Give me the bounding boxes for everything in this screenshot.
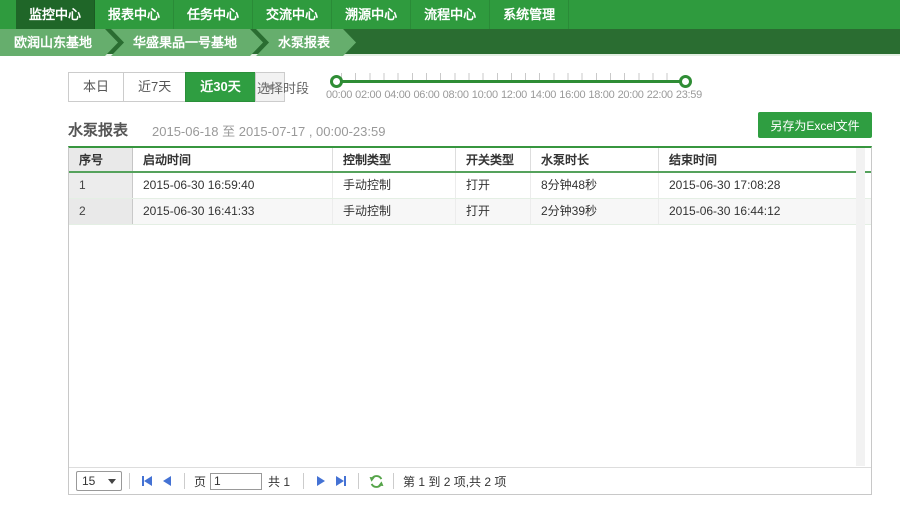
prev-page-button[interactable] (157, 472, 177, 490)
breadcrumb-item-base[interactable]: 欧润山东基地 (0, 29, 118, 56)
nav-item-report-center[interactable]: 报表中心 (95, 0, 174, 29)
page-label: 页 (194, 473, 206, 490)
prev-page-icon (163, 476, 171, 486)
slider-handle-start[interactable] (330, 75, 343, 88)
page-size-value: 15 (82, 474, 95, 488)
report-date-range: 2015-06-18 至 2015-07-17 , 00:00-23:59 (152, 121, 385, 140)
table-row[interactable]: 2 2015-06-30 16:41:33 手动控制 打开 2分钟39秒 201… (69, 199, 871, 225)
date-filter-group: 本日 近7天 近30天 (68, 72, 285, 102)
pagination-bar: 15 页 共 1 (69, 467, 871, 494)
nav-item-communication-center[interactable]: 交流中心 (253, 0, 332, 29)
next-page-button[interactable] (311, 472, 331, 490)
time-period-label: 选择时段 (257, 78, 309, 97)
column-header-control-type: 控制类型 (333, 148, 456, 171)
column-header-start-time: 启动时间 (133, 148, 333, 171)
divider (129, 473, 130, 489)
chevron-down-icon (108, 479, 116, 488)
vertical-scrollbar[interactable] (856, 148, 865, 466)
first-page-button[interactable] (137, 472, 157, 490)
divider (358, 473, 359, 489)
tab-today[interactable]: 本日 (68, 72, 124, 102)
column-header-switch-type: 开关类型 (456, 148, 531, 171)
divider (303, 473, 304, 489)
slider-tick-labels: 00:00 02:00 04:00 06:00 08:00 10:00 12:0… (326, 89, 702, 101)
divider (184, 473, 185, 489)
last-page-button[interactable] (331, 472, 351, 490)
export-excel-button[interactable]: 另存为Excel文件 (758, 112, 872, 138)
pump-report-grid: 序号 启动时间 控制类型 开关类型 水泵时长 结束时间 1 2015-06-30… (68, 146, 872, 495)
record-summary: 第 1 到 2 项,共 2 项 (403, 473, 506, 490)
nav-item-process-center[interactable]: 流程中心 (411, 0, 490, 29)
column-header-seq: 序号 (69, 148, 133, 171)
top-nav: 监控中心 报表中心 任务中心 交流中心 溯源中心 流程中心 系统管理 (0, 0, 900, 29)
slider-handle-end[interactable] (679, 75, 692, 88)
tab-last-7-days[interactable]: 近7天 (123, 72, 186, 102)
nav-item-traceability-center[interactable]: 溯源中心 (332, 0, 411, 29)
page-title: 水泵报表 (68, 119, 128, 140)
table-header-row: 序号 启动时间 控制类型 开关类型 水泵时长 结束时间 (69, 148, 871, 173)
nav-item-system-management[interactable]: 系统管理 (490, 0, 569, 29)
table-row[interactable]: 1 2015-06-30 16:59:40 手动控制 打开 8分钟48秒 201… (69, 173, 871, 199)
nav-item-task-center[interactable]: 任务中心 (174, 0, 253, 29)
page-number-input[interactable] (210, 473, 262, 490)
next-page-icon (317, 476, 325, 486)
tab-last-30-days[interactable]: 近30天 (185, 72, 255, 102)
refresh-icon (369, 474, 384, 489)
breadcrumb-item-pump-report[interactable]: 水泵报表 (256, 29, 356, 56)
app-window: 监控中心 报表中心 任务中心 交流中心 溯源中心 流程中心 系统管理 欧润山东基… (0, 0, 900, 522)
time-range-slider[interactable]: 00:00 02:00 04:00 06:00 08:00 10:00 12:0… (330, 66, 692, 102)
column-header-end-time: 结束时间 (659, 148, 871, 171)
slider-ticks (341, 73, 681, 80)
slider-track (335, 80, 687, 83)
nav-item-monitoring-center[interactable]: 监控中心 (16, 0, 95, 29)
total-pages-label: 共 1 (268, 473, 290, 490)
breadcrumb: 欧润山东基地 华盛果品一号基地 水泵报表 (0, 29, 900, 56)
refresh-button[interactable] (366, 472, 386, 490)
column-header-duration: 水泵时长 (531, 148, 659, 171)
last-page-icon (336, 476, 344, 486)
page-size-select[interactable]: 15 (76, 471, 122, 491)
breadcrumb-item-site[interactable]: 华盛果品一号基地 (111, 29, 263, 56)
divider (393, 473, 394, 489)
